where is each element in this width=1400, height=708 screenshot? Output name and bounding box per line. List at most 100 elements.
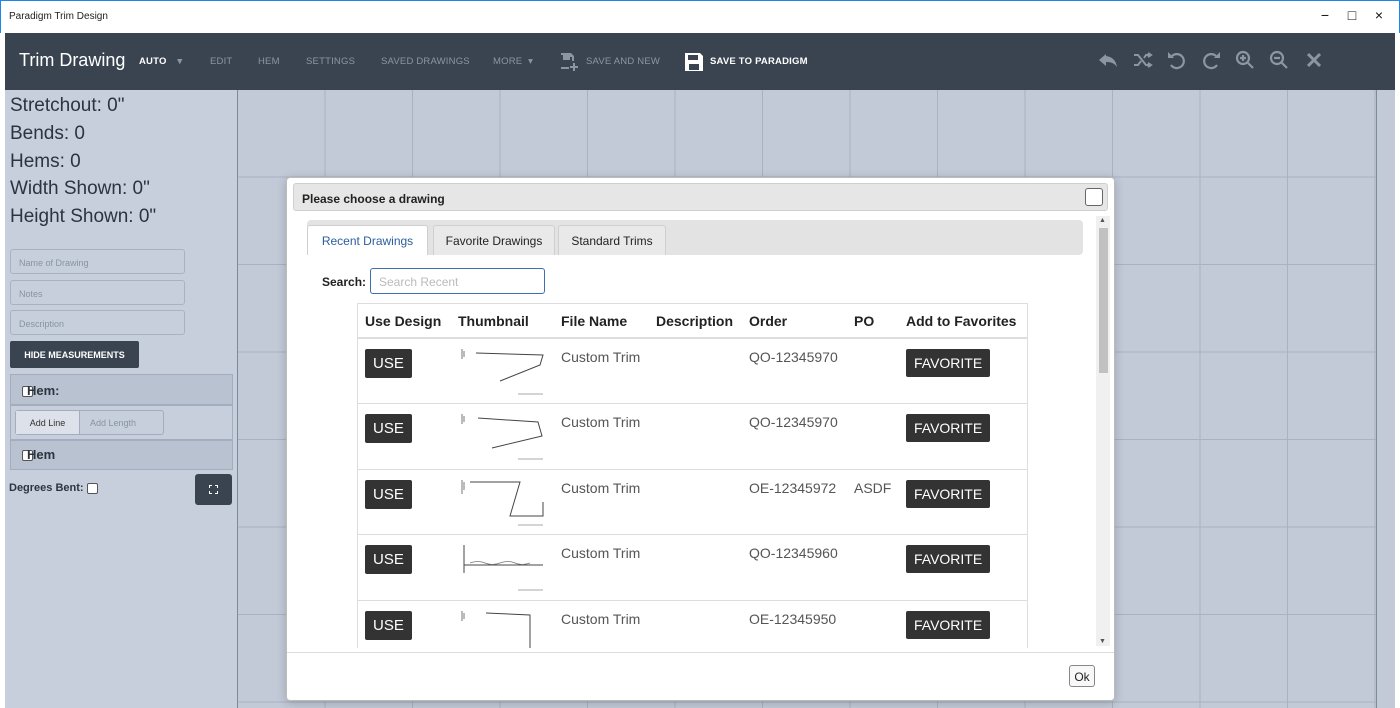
dialog-scrollbar[interactable]: ▲ ▼	[1096, 216, 1110, 646]
save-to-paradigm-button[interactable]: SAVE TO PARADIGM	[710, 56, 808, 67]
description-cell	[649, 403, 742, 470]
hem2-label: Hem	[27, 447, 56, 462]
edit-menu[interactable]: EDIT	[210, 56, 232, 67]
table-row: USE Custom Trim QO-12345970 FAVORITE	[358, 403, 1027, 470]
tab-recent-drawings[interactable]: Recent Drawings	[307, 225, 428, 255]
table-row: USE Custom Trim QO-12345960 FAVORITE	[358, 534, 1027, 601]
trim-thumbnail	[461, 349, 544, 395]
minimize-button[interactable]: −	[1314, 7, 1336, 23]
order-cell: QO-12345970	[742, 338, 847, 404]
canvas-right-edge	[1376, 90, 1395, 708]
hem2-section: Hem	[10, 440, 233, 470]
degrees-bent-toggle[interactable]: Degrees Bent:	[9, 482, 98, 494]
add-length-input[interactable]: Add Length	[90, 418, 136, 428]
po-cell: ASDF	[847, 469, 899, 535]
choose-drawing-dialog: Please choose a drawing Recent Drawings …	[286, 177, 1115, 701]
description-cell	[649, 469, 742, 535]
dialog-header: Please choose a drawing	[293, 183, 1108, 211]
height-shown-stat: Height Shown: 0"	[10, 206, 157, 227]
scroll-thumb[interactable]	[1099, 228, 1108, 373]
col-order: Order	[742, 304, 847, 339]
use-button[interactable]: USE	[365, 349, 412, 378]
more-menu[interactable]: MORE ▾	[493, 56, 533, 67]
file-name-cell: Custom Trim	[554, 534, 649, 601]
auto-label: AUTO	[139, 56, 167, 67]
search-label: Search:	[322, 275, 367, 289]
redo-icon[interactable]	[1199, 48, 1223, 72]
table-row: USE Custom Trim QO-12345970 FAVORITE	[358, 338, 1027, 404]
add-line-row: Add Line Add Length	[10, 405, 233, 440]
favorite-button[interactable]: FAVORITE	[906, 414, 991, 442]
file-name-cell: Custom Trim	[554, 469, 649, 535]
favorite-button[interactable]: FAVORITE	[906, 545, 991, 573]
auto-menu[interactable]: AUTO ▾	[139, 56, 182, 67]
add-line-group: Add Line Add Length	[15, 410, 164, 435]
maximize-button[interactable]: □	[1341, 7, 1363, 23]
hem-label: Hem:	[27, 383, 60, 398]
scroll-down-icon[interactable]: ▼	[1099, 638, 1106, 645]
table-row: USE Custom Trim OE-12345950 FAVORITE	[358, 600, 1027, 648]
description-cell	[649, 338, 742, 404]
main-toolbar: Trim Drawing AUTO ▾ EDIT HEM SETTINGS SA…	[5, 33, 1395, 90]
add-line-button[interactable]: Add Line	[16, 411, 80, 434]
use-button[interactable]: USE	[365, 479, 412, 509]
save-icon[interactable]	[682, 50, 706, 74]
search-input[interactable]: Search Recent	[370, 268, 545, 294]
col-po: PO	[847, 304, 899, 339]
file-name-cell: Custom Trim	[554, 600, 649, 648]
window-close-button[interactable]: ×	[1368, 7, 1390, 23]
tab-standard-trims[interactable]: Standard Trims	[558, 225, 666, 255]
favorite-button[interactable]: FAVORITE	[906, 479, 991, 508]
save-and-new-icon[interactable]	[557, 49, 581, 73]
use-button[interactable]: USE	[365, 414, 412, 443]
degrees-bent-checkbox[interactable]	[86, 482, 98, 494]
drawing-name-input[interactable]: Name of Drawing	[10, 249, 185, 274]
po-cell	[847, 600, 899, 648]
save-and-new-button[interactable]: SAVE AND NEW	[586, 56, 660, 67]
use-button[interactable]: USE	[365, 610, 412, 640]
auto-caret-icon: ▾	[177, 56, 183, 67]
more-caret-icon: ▾	[528, 56, 534, 67]
ok-button[interactable]: Ok	[1069, 665, 1095, 687]
reply-icon[interactable]	[1096, 48, 1120, 72]
order-cell: OE-12345972	[742, 469, 847, 535]
stretchout-stat: Stretchout: 0"	[10, 95, 125, 116]
drawings-table: Use Design Thumbnail File Name Descripti…	[357, 303, 1028, 648]
favorite-button[interactable]: FAVORITE	[906, 349, 991, 377]
expand-icon	[209, 485, 218, 494]
table-row: USE Custom Trim OE-12345972 ASDF FAVORIT…	[358, 469, 1027, 535]
scroll-up-icon[interactable]: ▲	[1099, 217, 1106, 224]
col-description: Description	[649, 304, 742, 339]
trim-thumbnail	[463, 545, 543, 591]
hem2-toggle[interactable]: Hem	[19, 447, 55, 462]
hide-measurements-button[interactable]: HIDE MEASUREMENTS	[10, 341, 139, 368]
close-icon[interactable]	[1302, 48, 1326, 72]
hem-section: Hem:	[10, 374, 233, 405]
saved-drawings-menu[interactable]: SAVED DRAWINGS	[381, 56, 470, 67]
shuffle-icon[interactable]	[1131, 48, 1155, 72]
undo-icon[interactable]	[1165, 48, 1189, 72]
favorite-button[interactable]: FAVORITE	[906, 610, 991, 639]
order-cell: QO-12345970	[742, 403, 847, 470]
notes-input[interactable]: Notes	[10, 280, 185, 305]
drawing-tabs: Recent Drawings Favorite Drawings Standa…	[307, 220, 1083, 255]
po-cell	[847, 403, 899, 470]
col-thumbnail: Thumbnail	[451, 304, 554, 339]
width-shown-stat: Width Shown: 0"	[10, 178, 150, 199]
dialog-footer: Ok	[287, 652, 1114, 700]
settings-menu[interactable]: SETTINGS	[306, 56, 355, 67]
dialog-close-button[interactable]	[1085, 188, 1103, 206]
zoom-out-icon[interactable]	[1267, 48, 1291, 72]
tab-favorite-drawings[interactable]: Favorite Drawings	[433, 225, 555, 255]
degrees-bent-label: Degrees Bent:	[9, 482, 84, 494]
use-button[interactable]: USE	[365, 545, 412, 574]
trim-thumbnail	[461, 610, 531, 648]
description-input[interactable]: Description	[10, 310, 185, 335]
app-brand: Trim Drawing	[19, 50, 126, 70]
hem-menu[interactable]: HEM	[258, 56, 280, 67]
zoom-in-icon[interactable]	[1233, 48, 1257, 72]
hem-toggle[interactable]: Hem:	[19, 383, 60, 398]
file-name-cell: Custom Trim	[554, 338, 649, 404]
left-panel: Stretchout: 0" Bends: 0 Hems: 0 Width Sh…	[5, 90, 238, 708]
fullscreen-button[interactable]	[195, 474, 232, 505]
